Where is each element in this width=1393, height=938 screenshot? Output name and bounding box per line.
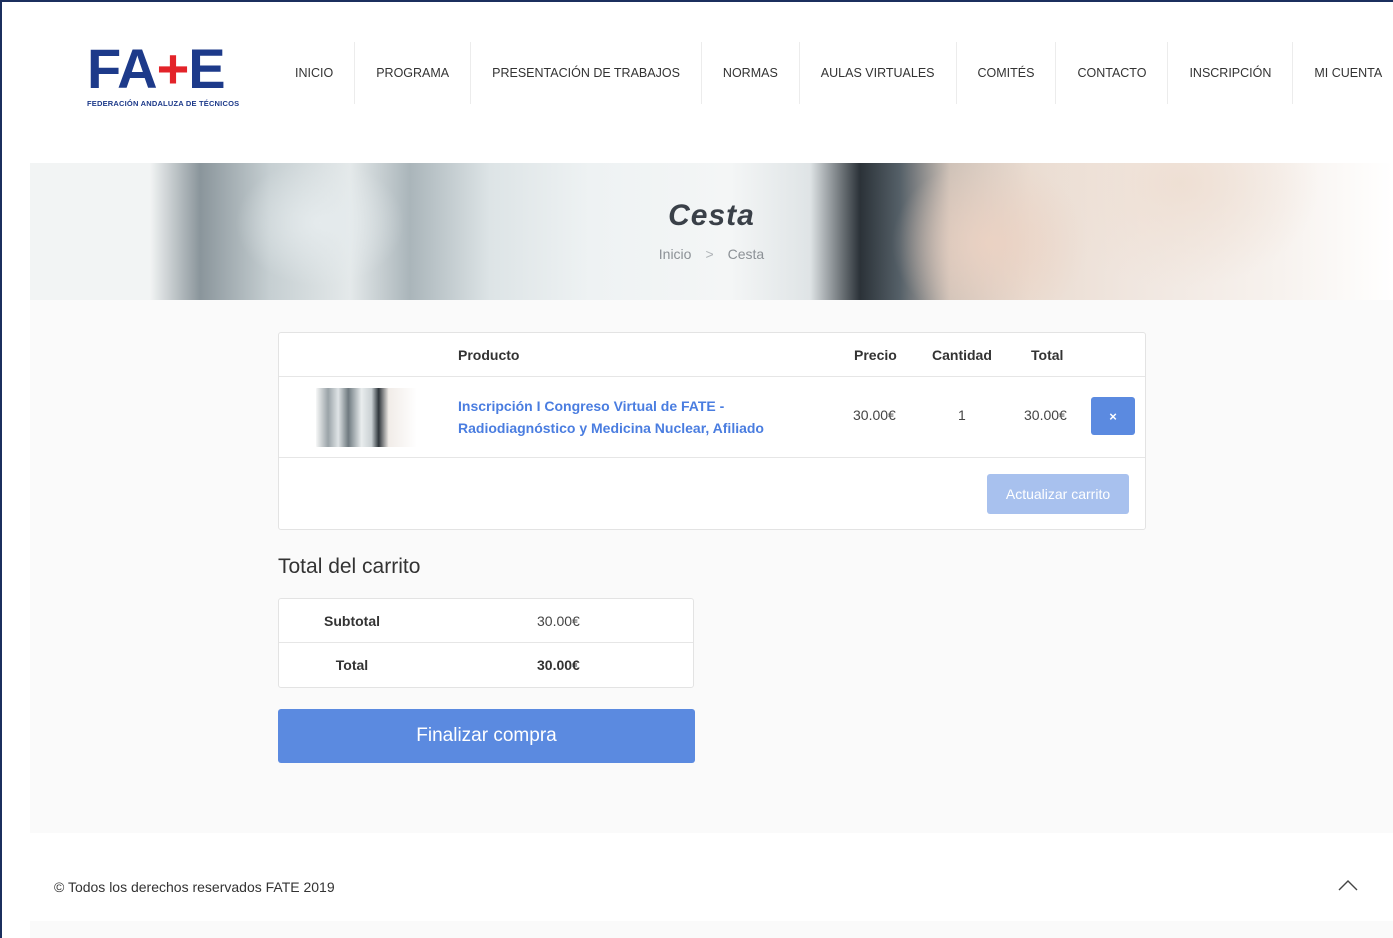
main-nav: INICIO PROGRAMA PRESENTACIÓN DE TRABAJOS… xyxy=(274,42,1393,104)
logo-part-fa: FA xyxy=(87,37,158,100)
subtotal-label: Subtotal xyxy=(324,613,380,629)
breadcrumb-item-inicio[interactable]: Inicio xyxy=(659,246,692,262)
logo-part-e: E xyxy=(188,37,225,100)
site-footer: © Todos los derechos reservados FATE 201… xyxy=(30,833,1393,921)
nav-item-aulas-virtuales[interactable]: AULAS VIRTUALES xyxy=(798,42,956,104)
update-cart-button[interactable]: Actualizar carrito xyxy=(987,474,1129,514)
remove-item-button[interactable]: × xyxy=(1091,397,1135,435)
nav-item-normas[interactable]: NORMAS xyxy=(700,42,799,104)
nav-item-programa[interactable]: PROGRAMA xyxy=(354,42,470,104)
total-row: Total 30.00€ xyxy=(279,643,693,687)
subtotal-row: Subtotal 30.00€ xyxy=(279,599,693,643)
nav-item-inscripcion[interactable]: INSCRIPCIÓN xyxy=(1167,42,1292,104)
product-name-link[interactable]: Inscripción I Congreso Virtual de FATE -… xyxy=(458,395,798,439)
table-row: Inscripción I Congreso Virtual de FATE -… xyxy=(279,377,1145,458)
product-price: 30.00€ xyxy=(853,407,896,423)
breadcrumb-separator: > xyxy=(705,246,714,262)
copyright-text: © Todos los derechos reservados FATE 201… xyxy=(54,879,335,895)
header-price: Precio xyxy=(854,347,897,363)
nav-item-comites[interactable]: COMITÉS xyxy=(955,42,1056,104)
header-quantity: Cantidad xyxy=(932,347,992,363)
chevron-up-icon xyxy=(1338,880,1358,891)
logo-plus: + xyxy=(156,37,190,100)
cart-totals-table: Subtotal 30.00€ Total 30.00€ xyxy=(278,598,694,688)
subtotal-value: 30.00€ xyxy=(537,613,580,629)
total-label: Total xyxy=(335,657,369,673)
logo-subtitle: FEDERACIÓN ANDALUZA DE TÉCNICOS xyxy=(87,99,240,108)
page: FA+E FEDERACIÓN ANDALUZA DE TÉCNICOS INI… xyxy=(30,24,1393,938)
product-quantity[interactable]: 1 xyxy=(958,407,966,423)
product-thumbnail[interactable] xyxy=(316,388,417,447)
cart-totals-title: Total del carrito xyxy=(278,555,421,578)
nav-item-mi-cuenta[interactable]: MI CUENTA xyxy=(1292,42,1393,104)
site-header: FA+E FEDERACIÓN ANDALUZA DE TÉCNICOS INI… xyxy=(30,24,1393,163)
cart-table-header: Producto Precio Cantidad Total xyxy=(279,333,1145,377)
logo-wordmark: FA+E xyxy=(87,41,237,97)
back-to-top-button[interactable] xyxy=(1336,873,1360,897)
nav-item-contacto[interactable]: CONTACTO xyxy=(1055,42,1167,104)
close-icon: × xyxy=(1109,408,1117,424)
breadcrumb-item-cesta: Cesta xyxy=(727,246,765,262)
breadcrumb: Inicio > Cesta xyxy=(30,246,1393,262)
total-value: 30.00€ xyxy=(537,657,580,673)
header-product: Producto xyxy=(458,347,520,363)
page-title: Cesta xyxy=(668,199,755,232)
header-total: Total xyxy=(1031,347,1064,363)
nav-item-inicio[interactable]: INICIO xyxy=(274,42,354,104)
site-logo[interactable]: FA+E FEDERACIÓN ANDALUZA DE TÉCNICOS xyxy=(87,41,240,111)
nav-item-presentacion-de-trabajos[interactable]: PRESENTACIÓN DE TRABAJOS xyxy=(470,42,701,104)
checkout-button[interactable]: Finalizar compra xyxy=(278,709,695,763)
page-banner: Cesta Inicio > Cesta xyxy=(30,163,1393,300)
cart-table: Producto Precio Cantidad Total Inscripci… xyxy=(278,332,1146,530)
product-total: 30.00€ xyxy=(1024,407,1067,423)
